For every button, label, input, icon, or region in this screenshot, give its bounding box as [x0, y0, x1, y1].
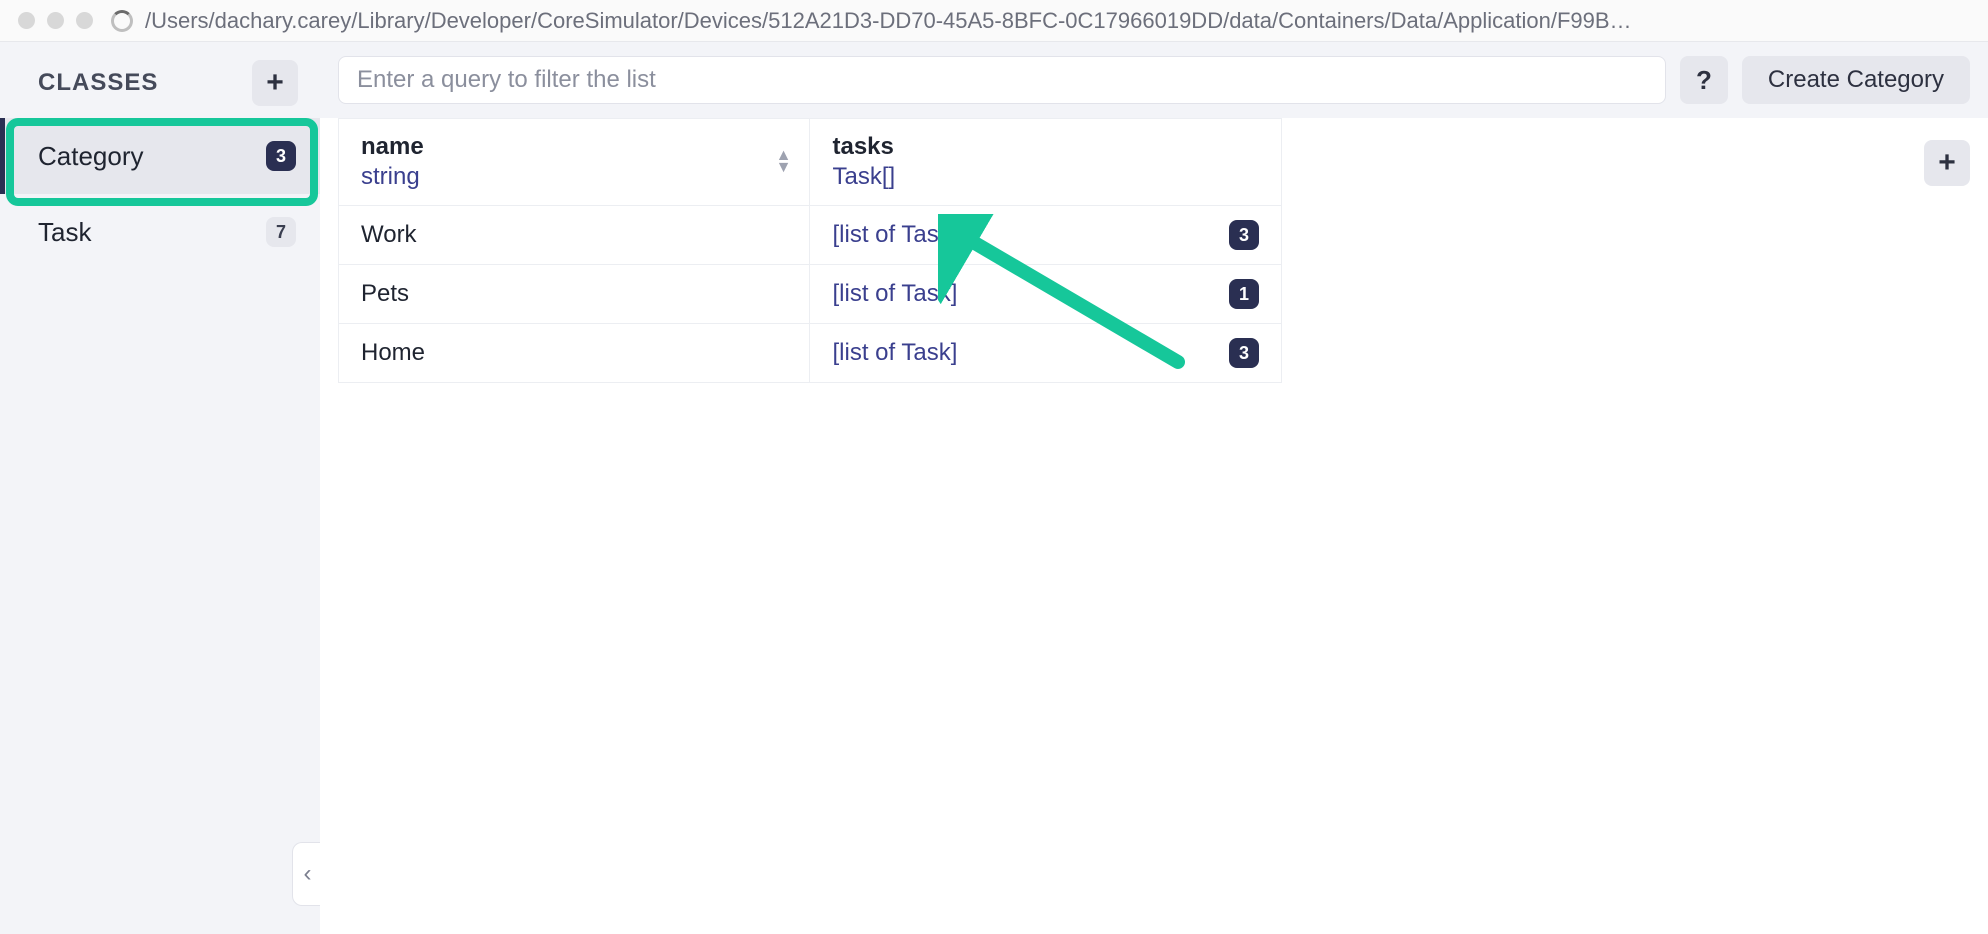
count-badge: 3: [266, 141, 296, 171]
sidebar-title: CLASSES: [38, 69, 158, 97]
help-icon: ?: [1696, 65, 1712, 96]
loading-icon: [111, 10, 133, 32]
column-header-tasks[interactable]: tasks Task[]: [810, 119, 1282, 206]
traffic-light-minimize[interactable]: [47, 12, 64, 29]
column-name-type: string: [361, 163, 787, 191]
cell-tasks[interactable]: [list of Task] 3: [810, 324, 1282, 383]
column-tasks-type: Task[]: [832, 163, 1259, 191]
traffic-light-close[interactable]: [18, 12, 35, 29]
tasks-link[interactable]: [list of Task]: [832, 280, 957, 308]
create-button-label: Create Category: [1768, 66, 1944, 94]
plus-icon: +: [1938, 146, 1956, 180]
chevron-left-icon: ‹: [304, 860, 312, 888]
toolbar: ? Create Category: [320, 42, 1988, 118]
sidebar-item-category[interactable]: Category 3: [0, 118, 320, 194]
help-button[interactable]: ?: [1680, 56, 1728, 104]
column-tasks-label: tasks: [832, 133, 1259, 161]
traffic-light-zoom[interactable]: [76, 12, 93, 29]
count-badge: 1: [1229, 279, 1259, 309]
cell-tasks[interactable]: [list of Task] 1: [810, 265, 1282, 324]
add-class-button[interactable]: +: [252, 60, 298, 106]
sort-icon[interactable]: ▲▼: [776, 150, 792, 174]
table-area: + name string ▲▼ tasks Task[]: [320, 118, 1988, 383]
sidebar-list: Category 3 Task 7: [0, 118, 320, 270]
table-row[interactable]: Home [list of Task] 3: [339, 324, 1282, 383]
sidebar-header: CLASSES +: [0, 42, 320, 118]
cell-tasks[interactable]: [list of Task] 3: [810, 206, 1282, 265]
count-badge: 3: [1229, 338, 1259, 368]
cell-name[interactable]: Work: [339, 206, 810, 265]
data-table: name string ▲▼ tasks Task[] Work: [338, 118, 1282, 383]
add-column-button[interactable]: +: [1924, 140, 1970, 186]
sidebar-item-label: Task: [38, 217, 91, 248]
query-input[interactable]: [338, 56, 1666, 104]
main-panel: ? Create Category + name string ▲▼: [320, 42, 1988, 934]
table-row[interactable]: Pets [list of Task] 1: [339, 265, 1282, 324]
column-name-label: name: [361, 133, 787, 161]
plus-icon: +: [266, 66, 284, 100]
cell-name[interactable]: Home: [339, 324, 810, 383]
collapse-sidebar-button[interactable]: ‹: [292, 842, 322, 906]
table-row[interactable]: Work [list of Task] 3: [339, 206, 1282, 265]
tasks-link[interactable]: [list of Task]: [832, 339, 957, 367]
create-category-button[interactable]: Create Category: [1742, 56, 1970, 104]
count-badge: 7: [266, 217, 296, 247]
window-titlebar: /Users/dachary.carey/Library/Developer/C…: [0, 0, 1988, 42]
count-badge: 3: [1229, 220, 1259, 250]
traffic-lights: [18, 12, 93, 29]
tasks-link[interactable]: [list of Task]: [832, 221, 957, 249]
cell-name[interactable]: Pets: [339, 265, 810, 324]
window-path: /Users/dachary.carey/Library/Developer/C…: [145, 8, 1632, 34]
sidebar-item-task[interactable]: Task 7: [0, 194, 320, 270]
column-header-name[interactable]: name string ▲▼: [339, 119, 810, 206]
sidebar: CLASSES + Category 3 Task 7 ‹: [0, 42, 320, 934]
sidebar-item-label: Category: [38, 141, 144, 172]
table-header-row: name string ▲▼ tasks Task[]: [339, 119, 1282, 206]
